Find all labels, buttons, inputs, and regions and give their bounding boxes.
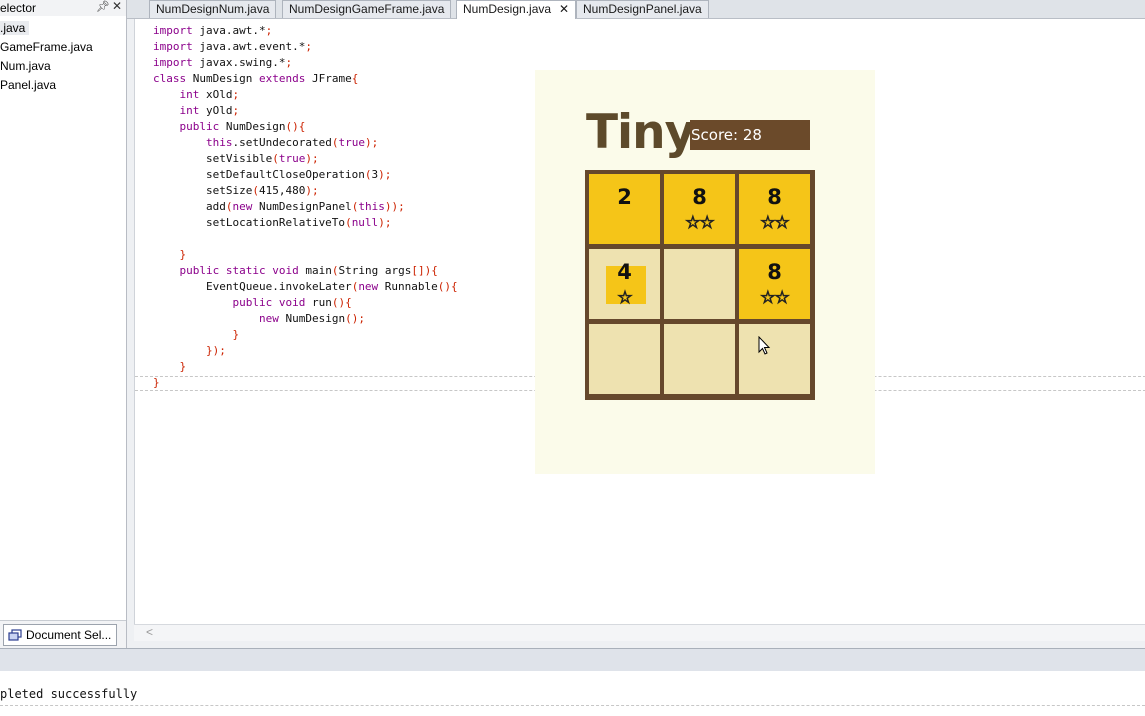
- score-box: Score: 28: [690, 120, 810, 150]
- code-line: }: [232, 328, 240, 341]
- code-line: setSize(415,480);: [153, 184, 319, 197]
- board-tile[interactable]: 8 ☆☆: [664, 174, 735, 244]
- file-list-item[interactable]: Panel.java: [0, 77, 126, 96]
- tab-numdesigngameframe[interactable]: NumDesignGameFrame.java: [282, 0, 452, 18]
- mouse-cursor-icon: [758, 335, 772, 356]
- code-line: int yOld;: [179, 104, 240, 117]
- documents-icon: [8, 629, 22, 641]
- file-list: .java GameFrame.java Num.java Panel.java: [0, 20, 126, 96]
- tab-numdesign[interactable]: NumDesign.java ✕: [456, 0, 577, 19]
- board-tile[interactable]: [739, 324, 810, 394]
- tile-stars-icon: ☆☆: [760, 213, 790, 232]
- code-line: this.setUndecorated(true);: [205, 136, 379, 149]
- tile-stars-icon: ☆☆: [760, 288, 790, 307]
- board-tile[interactable]: 2: [589, 174, 660, 244]
- board-tile[interactable]: [589, 324, 660, 394]
- code-line: public NumDesign(){: [179, 120, 306, 133]
- tile-stars-icon: ☆: [617, 288, 633, 307]
- panel-bottom-bar: Document Sel...: [0, 620, 126, 649]
- score-label: Score: 28: [691, 126, 762, 144]
- close-icon[interactable]: ✕: [112, 0, 122, 13]
- code-line: public static void main(String args[]){: [179, 264, 438, 277]
- document-selector-tab-label: Document Sel...: [26, 628, 112, 642]
- tab-numdesignpanel[interactable]: NumDesignPanel.java: [576, 0, 709, 18]
- tile-stars-icon: ☆☆: [685, 213, 715, 232]
- code-line: import javax.swing.*;: [153, 56, 293, 69]
- board-tile[interactable]: [664, 249, 735, 319]
- code-line: }: [153, 376, 160, 389]
- file-list-item[interactable]: Num.java: [0, 58, 126, 77]
- code-line: setLocationRelativeTo(null);: [153, 216, 392, 229]
- code-line: new NumDesign();: [258, 312, 365, 325]
- code-line: class NumDesign extends JFrame{: [153, 72, 359, 85]
- tile-value: 8: [692, 185, 707, 209]
- close-tab-icon[interactable]: ✕: [559, 2, 569, 16]
- file-list-item[interactable]: .java: [0, 20, 126, 39]
- board-tile[interactable]: 4 ☆: [589, 249, 660, 319]
- tile-value: 4: [617, 260, 632, 284]
- code-line: }: [179, 248, 187, 261]
- game-window[interactable]: Tiny Score: 28 2 8 ☆☆ 8 ☆☆ 4 ☆ 8 ☆☆: [535, 70, 875, 474]
- game-board[interactable]: 2 8 ☆☆ 8 ☆☆ 4 ☆ 8 ☆☆: [585, 170, 815, 400]
- code-line: add(new NumDesignPanel(this));: [153, 200, 405, 213]
- board-tile[interactable]: [664, 324, 735, 394]
- tile-value: 8: [767, 260, 782, 284]
- tile-value: 2: [617, 185, 632, 209]
- pin-icon[interactable]: 📌︎: [96, 0, 110, 13]
- board-tile[interactable]: 8 ☆☆: [739, 174, 810, 244]
- panel-title: elector: [0, 1, 37, 15]
- code-line: setVisible(true);: [153, 152, 319, 165]
- horizontal-scrollbar[interactable]: <: [134, 624, 1145, 641]
- output-separator: [0, 705, 1145, 706]
- game-title: Tiny: [586, 105, 695, 160]
- document-selector-tab[interactable]: Document Sel...: [3, 624, 118, 646]
- tab-numdesignnum[interactable]: NumDesignNum.java: [149, 0, 277, 18]
- panel-divider[interactable]: [0, 648, 1145, 672]
- output-panel: pleted successfully: [0, 671, 1145, 716]
- code-line: import java.awt.*;: [153, 24, 273, 37]
- editor-tab-strip: NumDesignNum.java NumDesignGameFrame.jav…: [127, 0, 1145, 19]
- scroll-left-icon[interactable]: <: [146, 625, 153, 639]
- code-line: public void run(){: [232, 296, 352, 309]
- code-line: int xOld;: [179, 88, 240, 101]
- code-line: });: [205, 344, 226, 357]
- code-line: setDefaultCloseOperation(3);: [153, 168, 392, 181]
- output-text: pleted successfully: [0, 687, 138, 701]
- document-selector-panel: elector 📌︎ ✕ .java GameFrame.java Num.ja…: [0, 0, 127, 649]
- code-line: EventQueue.invokeLater(new Runnable(){: [153, 280, 458, 293]
- tile-value: 8: [767, 185, 782, 209]
- source-code[interactable]: import java.awt.*; import java.awt.event…: [153, 23, 458, 391]
- code-line: import java.awt.event.*;: [153, 40, 312, 53]
- panel-title-bar: elector 📌︎ ✕: [0, 0, 126, 16]
- board-tile[interactable]: 8 ☆☆: [739, 249, 810, 319]
- editor-gutter: [135, 19, 139, 624]
- file-list-item[interactable]: GameFrame.java: [0, 39, 126, 58]
- code-line: }: [179, 360, 187, 373]
